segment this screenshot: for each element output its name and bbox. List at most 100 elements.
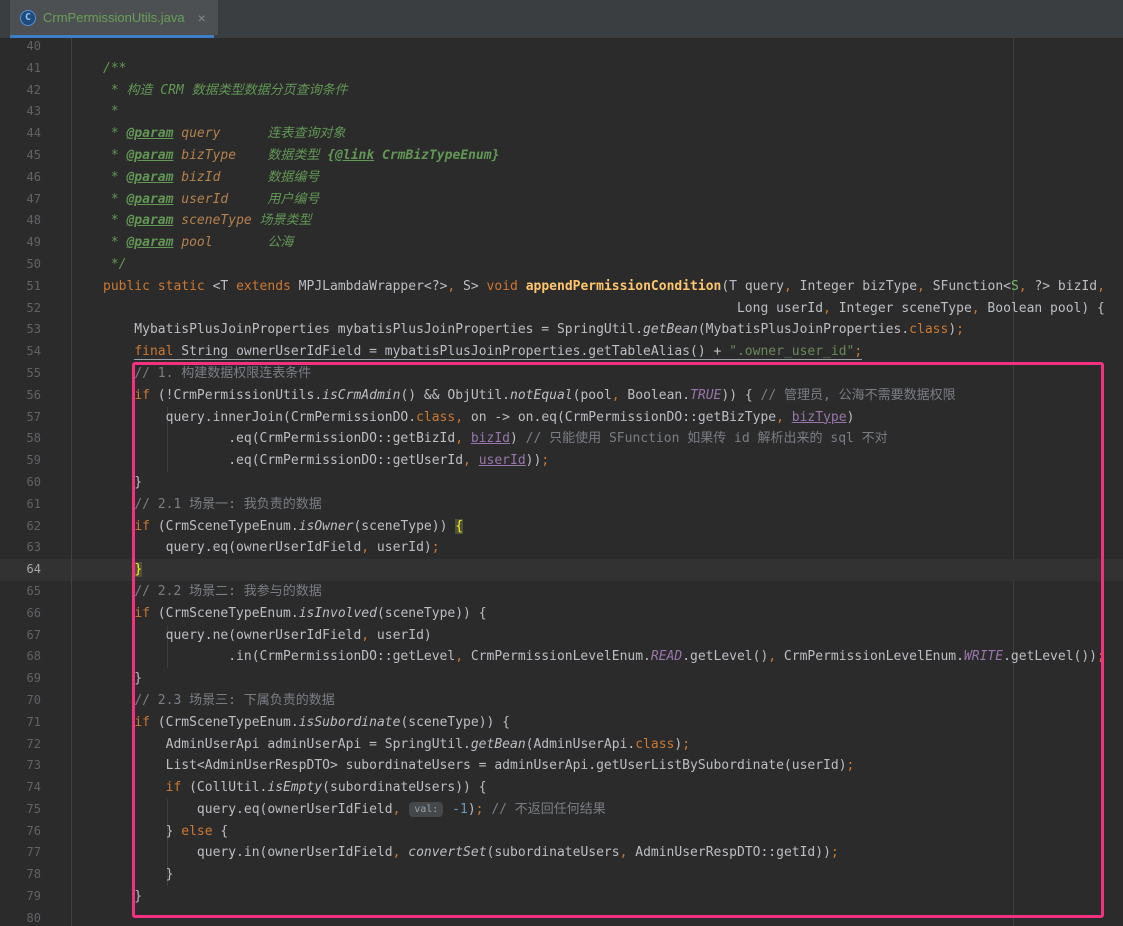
code-text[interactable]: * @param bizType 数据类型 {@link CrmBizTypeE… — [72, 145, 499, 167]
code-line-48[interactable]: 48 * @param sceneType 场景类型 — [0, 210, 1123, 232]
line-number[interactable]: 51 — [0, 276, 72, 298]
line-number[interactable]: 67 — [0, 625, 72, 647]
line-number[interactable]: 53 — [0, 319, 72, 341]
line-number[interactable]: 69 — [0, 668, 72, 690]
code-text[interactable]: * @param sceneType 场景类型 — [72, 210, 312, 232]
line-number[interactable]: 66 — [0, 603, 72, 625]
code-text[interactable]: * @param pool 公海 — [72, 232, 293, 254]
line-number[interactable]: 76 — [0, 821, 72, 843]
code-text[interactable]: // 1. 构建数据权限连表条件 — [72, 363, 311, 385]
line-number[interactable]: 43 — [0, 101, 72, 123]
code-text[interactable]: if (CrmSceneTypeEnum.isOwner(sceneType))… — [72, 516, 463, 538]
code-line-50[interactable]: 50 */ — [0, 254, 1123, 276]
line-number[interactable]: 45 — [0, 145, 72, 167]
code-text[interactable]: if (CollUtil.isEmpty(subordinateUsers)) … — [72, 777, 487, 799]
code-text[interactable] — [72, 908, 103, 926]
line-number[interactable]: 64 — [0, 559, 72, 581]
line-number[interactable]: 56 — [0, 385, 72, 407]
line-number[interactable]: 48 — [0, 210, 72, 232]
line-number[interactable]: 60 — [0, 472, 72, 494]
code-line-67[interactable]: 67 query.ne(ownerUserIdField, userId) — [0, 625, 1123, 647]
line-number[interactable]: 75 — [0, 799, 72, 821]
line-number[interactable]: 55 — [0, 363, 72, 385]
line-number[interactable]: 59 — [0, 450, 72, 472]
code-text[interactable]: } — [72, 472, 142, 494]
code-line-45[interactable]: 45 * @param bizType 数据类型 {@link CrmBizTy… — [0, 145, 1123, 167]
code-line-46[interactable]: 46 * @param bizId 数据编号 — [0, 167, 1123, 189]
code-line-73[interactable]: 73 List<AdminUserRespDTO> subordinateUse… — [0, 755, 1123, 777]
line-number[interactable]: 68 — [0, 646, 72, 668]
code-line-64[interactable]: 64 } — [0, 559, 1123, 581]
code-text[interactable]: * @param bizId 数据编号 — [72, 167, 319, 189]
line-number[interactable]: 65 — [0, 581, 72, 603]
code-line-55[interactable]: 55 // 1. 构建数据权限连表条件 — [0, 363, 1123, 385]
code-line-60[interactable]: 60 } — [0, 472, 1123, 494]
code-line-68[interactable]: 68 .in(CrmPermissionDO::getLevel, CrmPer… — [0, 646, 1123, 668]
code-line-71[interactable]: 71 if (CrmSceneTypeEnum.isSubordinate(sc… — [0, 712, 1123, 734]
code-line-63[interactable]: 63 query.eq(ownerUserIdField, userId); — [0, 537, 1123, 559]
line-number[interactable]: 77 — [0, 842, 72, 864]
code-text[interactable]: .in(CrmPermissionDO::getLevel, CrmPermis… — [72, 646, 1105, 668]
code-line-69[interactable]: 69 } — [0, 668, 1123, 690]
code-line-61[interactable]: 61 // 2.1 场景一: 我负责的数据 — [0, 494, 1123, 516]
code-text[interactable]: final String ownerUserIdField = mybatisP… — [72, 341, 862, 363]
code-text[interactable]: query.ne(ownerUserIdField, userId) — [72, 625, 432, 647]
code-line-51[interactable]: 51public static <T extends MPJLambdaWrap… — [0, 276, 1123, 298]
code-text[interactable]: .eq(CrmPermissionDO::getUserId, userId))… — [72, 450, 549, 472]
code-text[interactable]: /** — [72, 58, 126, 80]
code-line-65[interactable]: 65 // 2.2 场景二: 我参与的数据 — [0, 581, 1123, 603]
code-line-78[interactable]: 78 } — [0, 864, 1123, 886]
line-number[interactable]: 63 — [0, 537, 72, 559]
line-number[interactable]: 71 — [0, 712, 72, 734]
code-text[interactable]: query.innerJoin(CrmPermissionDO.class, o… — [72, 407, 854, 429]
code-text[interactable]: */ — [72, 254, 126, 276]
code-line-40[interactable]: 40 — [0, 36, 1123, 58]
code-text[interactable]: * — [72, 101, 119, 123]
line-number[interactable]: 78 — [0, 864, 72, 886]
line-number[interactable]: 41 — [0, 58, 72, 80]
line-number[interactable]: 70 — [0, 690, 72, 712]
code-text[interactable] — [72, 36, 103, 58]
line-number[interactable]: 61 — [0, 494, 72, 516]
line-number[interactable]: 50 — [0, 254, 72, 276]
tab-crmpermissionutils[interactable]: C CrmPermissionUtils.java × — [10, 0, 218, 35]
code-text[interactable]: } — [72, 886, 142, 908]
line-number[interactable]: 73 — [0, 755, 72, 777]
tab-close-icon[interactable]: × — [198, 10, 206, 26]
code-line-44[interactable]: 44 * @param query 连表查询对象 — [0, 123, 1123, 145]
code-text[interactable]: query.eq(ownerUserIdField, userId); — [72, 537, 440, 559]
line-number[interactable]: 42 — [0, 80, 72, 102]
code-line-41[interactable]: 41/** — [0, 58, 1123, 80]
code-text[interactable]: AdminUserApi adminUserApi = SpringUtil.g… — [72, 734, 690, 756]
code-text[interactable]: * @param userId 用户编号 — [72, 189, 319, 211]
code-line-72[interactable]: 72 AdminUserApi adminUserApi = SpringUti… — [0, 734, 1123, 756]
code-line-77[interactable]: 77 query.in(ownerUserIdField, convertSet… — [0, 842, 1123, 864]
code-line-52[interactable]: 52 Long userId, Integer sceneType, Boole… — [0, 298, 1123, 320]
line-number[interactable]: 72 — [0, 734, 72, 756]
line-number[interactable]: 47 — [0, 189, 72, 211]
line-number[interactable]: 54 — [0, 341, 72, 363]
code-text[interactable]: MybatisPlusJoinProperties mybatisPlusJoi… — [72, 319, 964, 341]
code-text[interactable]: query.in(ownerUserIdField, convertSet(su… — [72, 842, 839, 864]
code-line-70[interactable]: 70 // 2.3 场景三: 下属负责的数据 — [0, 690, 1123, 712]
code-line-49[interactable]: 49 * @param pool 公海 — [0, 232, 1123, 254]
code-text[interactable]: .eq(CrmPermissionDO::getBizId, bizId) //… — [72, 428, 888, 450]
code-text[interactable]: if (CrmSceneTypeEnum.isInvolved(sceneTyp… — [72, 603, 487, 625]
line-number[interactable]: 79 — [0, 886, 72, 908]
code-text[interactable]: List<AdminUserRespDTO> subordinateUsers … — [72, 755, 854, 777]
code-text[interactable]: } — [72, 668, 142, 690]
code-line-80[interactable]: 80 — [0, 908, 1123, 926]
code-line-43[interactable]: 43 * — [0, 101, 1123, 123]
code-line-79[interactable]: 79 } — [0, 886, 1123, 908]
code-line-75[interactable]: 75 query.eq(ownerUserIdField, val: -1); … — [0, 799, 1123, 821]
code-text[interactable]: // 2.2 场景二: 我参与的数据 — [72, 581, 322, 603]
code-text[interactable]: } — [72, 559, 142, 581]
code-text[interactable]: Long userId, Integer sceneType, Boolean … — [72, 298, 1105, 320]
code-line-47[interactable]: 47 * @param userId 用户编号 — [0, 189, 1123, 211]
line-number[interactable]: 74 — [0, 777, 72, 799]
code-text[interactable]: query.eq(ownerUserIdField, val: -1); // … — [72, 799, 606, 821]
code-text[interactable]: } else { — [72, 821, 228, 843]
code-line-66[interactable]: 66 if (CrmSceneTypeEnum.isInvolved(scene… — [0, 603, 1123, 625]
code-text[interactable]: public static <T extends MPJLambdaWrappe… — [72, 276, 1105, 298]
code-text[interactable]: if (CrmSceneTypeEnum.isSubordinate(scene… — [72, 712, 510, 734]
